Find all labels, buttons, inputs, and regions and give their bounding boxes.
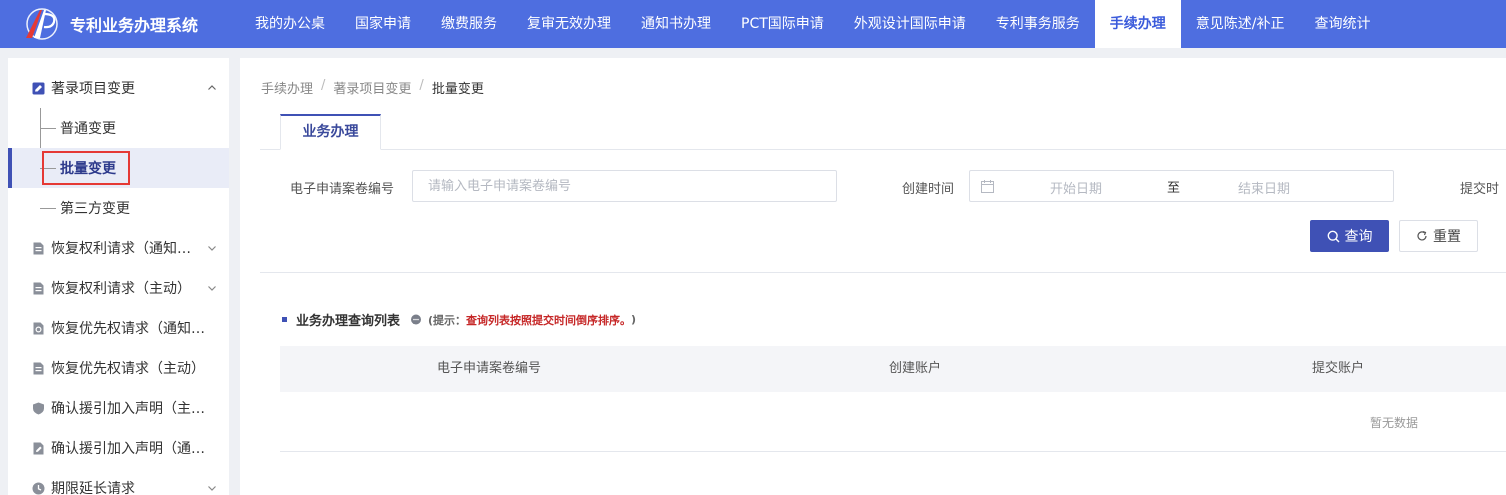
sidebar-item-normal-change[interactable]: 普通变更 [8, 108, 229, 148]
breadcrumb-separator: / [419, 78, 423, 97]
breadcrumb-item-procedures[interactable]: 手续办理 [261, 78, 313, 97]
nav-item-query-statistics[interactable]: 查询统计 [1300, 0, 1386, 48]
sidebar-item-third-party-change[interactable]: 第三方变更 [8, 188, 229, 228]
comment-info-icon [410, 314, 422, 326]
document-refresh-icon [32, 322, 45, 335]
clock-icon [32, 482, 45, 495]
tree-branch [40, 128, 56, 129]
document-icon [32, 282, 45, 295]
sidebar-item-batch-change[interactable]: 批量变更 [8, 148, 229, 188]
list-hint-suffix: ) [631, 313, 636, 326]
list-title: 业务办理查询列表 [296, 310, 400, 329]
breadcrumb-item-current: 批量变更 [432, 78, 484, 97]
sidebar-item-label: 第三方变更 [60, 198, 130, 218]
chevron-down-icon [207, 283, 217, 293]
chevron-up-icon [207, 83, 217, 93]
nav-item-opinion-correction[interactable]: 意见陈述/补正 [1181, 0, 1300, 48]
sidebar-group-label: 确认援引加入声明（通知书） [51, 438, 217, 458]
nav-item-pct[interactable]: PCT国际申请 [726, 0, 839, 48]
document-edit-icon [32, 82, 45, 95]
nav-item-notices[interactable]: 通知书办理 [626, 0, 726, 48]
breadcrumb-separator: / [321, 78, 325, 97]
empty-state-text: 暂无数据 [1370, 414, 1418, 431]
sidebar-group-label: 恢复权利请求（通知书） [51, 238, 203, 258]
sidebar-group-restore-priority-notice[interactable]: 恢复优先权请求（通知书） [8, 308, 229, 348]
app-title: 专利业务办理系统 [70, 12, 198, 36]
refresh-icon [1416, 230, 1428, 242]
sidebar-group-restore-rights-active[interactable]: 恢复权利请求（主动） [8, 268, 229, 308]
sidebar-item-label: 普通变更 [60, 118, 116, 138]
nav-item-design-international[interactable]: 外观设计国际申请 [839, 0, 981, 48]
end-date-input[interactable]: 结束日期 [1238, 178, 1290, 197]
tab-bar: 业务办理 [260, 112, 1506, 150]
sidebar-group-restore-rights-notice[interactable]: 恢复权利请求（通知书） [8, 228, 229, 268]
reset-button[interactable]: 重置 [1399, 220, 1478, 252]
sidebar-group-label: 恢复权利请求（主动） [51, 278, 203, 298]
document-edit-icon [32, 442, 45, 455]
nav-item-national-application[interactable]: 国家申请 [340, 0, 426, 48]
calendar-icon [981, 180, 994, 193]
top-navigation-bar: 专利业务办理系统 我的办公桌 国家申请 缴费服务 复审无效办理 通知书办理 PC… [0, 0, 1506, 48]
tab-business-handling[interactable]: 业务办理 [280, 114, 381, 150]
submit-time-label: 提交时 [1460, 178, 1499, 197]
shield-icon [32, 402, 45, 415]
sidebar-group-confirm-incorporation-active[interactable]: 确认援引加入声明（主动） [8, 388, 229, 428]
list-hint-text: 查询列表按照提交时间倒序排序。 [466, 312, 631, 328]
main-content: 手续办理 / 著录项目变更 / 批量变更 业务办理 电子申请案卷编号 创建时间 … [240, 58, 1506, 495]
tree-branch [40, 208, 56, 209]
patent-logo-icon [20, 6, 62, 42]
app-logo[interactable]: 专利业务办理系统 [0, 0, 240, 48]
results-table: 电子申请案卷编号 创建账户 提交账户 暂无数据 [280, 346, 1506, 452]
list-hint-prefix: (提示： [428, 312, 466, 328]
reset-button-label: 重置 [1433, 226, 1461, 246]
chevron-down-icon [207, 243, 217, 253]
sidebar-group-restore-priority-active[interactable]: 恢复优先权请求（主动） [8, 348, 229, 388]
nav-item-my-desk[interactable]: 我的办公桌 [240, 0, 340, 48]
section-marker [282, 317, 287, 322]
created-time-label: 创建时间 [902, 178, 954, 197]
document-icon [32, 242, 45, 255]
start-date-input[interactable]: 开始日期 [1050, 178, 1102, 197]
nav-item-fee-service[interactable]: 缴费服务 [426, 0, 512, 48]
main-nav: 我的办公桌 国家申请 缴费服务 复审无效办理 通知书办理 PCT国际申请 外观设… [240, 0, 1386, 48]
document-icon [32, 362, 45, 375]
chevron-down-icon [207, 483, 217, 493]
sidebar-item-label: 批量变更 [60, 158, 116, 178]
sidebar-group-extension-request[interactable]: 期限延长请求 [8, 468, 229, 495]
section-divider [260, 272, 1506, 273]
search-icon [1327, 230, 1340, 243]
sidebar-group-label: 期限延长请求 [51, 478, 203, 495]
tree-branch [40, 168, 56, 169]
column-header-created-account: 创建账户 [889, 346, 941, 392]
nav-item-patent-affairs[interactable]: 专利事务服务 [981, 0, 1095, 48]
sidebar-group-label: 恢复优先权请求（通知书） [51, 318, 217, 338]
table-header: 电子申请案卷编号 创建账户 提交账户 [280, 346, 1506, 392]
column-header-submit-account: 提交账户 [1312, 346, 1364, 392]
sidebar-group-label: 确认援引加入声明（主动） [51, 398, 217, 418]
sidebar: 著录项目变更 普通变更 批量变更 第三方变更 恢复权利请求（通知书） [8, 58, 229, 495]
search-button-label: 查询 [1345, 226, 1373, 246]
sidebar-subitems: 普通变更 批量变更 第三方变更 [8, 108, 229, 228]
breadcrumb: 手续办理 / 著录项目变更 / 批量变更 [261, 78, 484, 97]
column-header-case-number: 电子申请案卷编号 [437, 346, 541, 392]
nav-item-procedures[interactable]: 手续办理 [1095, 0, 1181, 48]
sidebar-group-label: 恢复优先权请求（主动） [51, 358, 217, 378]
sidebar-group-bibliographic-change[interactable]: 著录项目变更 [8, 68, 229, 108]
case-number-input[interactable] [412, 170, 837, 202]
case-number-label: 电子申请案卷编号 [290, 178, 394, 197]
date-range-separator: 至 [1167, 177, 1180, 196]
table-body: 暂无数据 [280, 392, 1506, 452]
created-date-range-picker[interactable]: 开始日期 至 结束日期 [969, 170, 1394, 202]
search-button[interactable]: 查询 [1310, 220, 1389, 252]
sidebar-group-confirm-incorporation-notice[interactable]: 确认援引加入声明（通知书） [8, 428, 229, 468]
nav-item-reexamination[interactable]: 复审无效办理 [512, 0, 626, 48]
breadcrumb-item-bibliographic-change[interactable]: 著录项目变更 [333, 78, 411, 97]
sidebar-group-label: 著录项目变更 [51, 78, 203, 98]
list-section-header: 业务办理查询列表 (提示： 查询列表按照提交时间倒序排序。 ) [282, 310, 636, 329]
